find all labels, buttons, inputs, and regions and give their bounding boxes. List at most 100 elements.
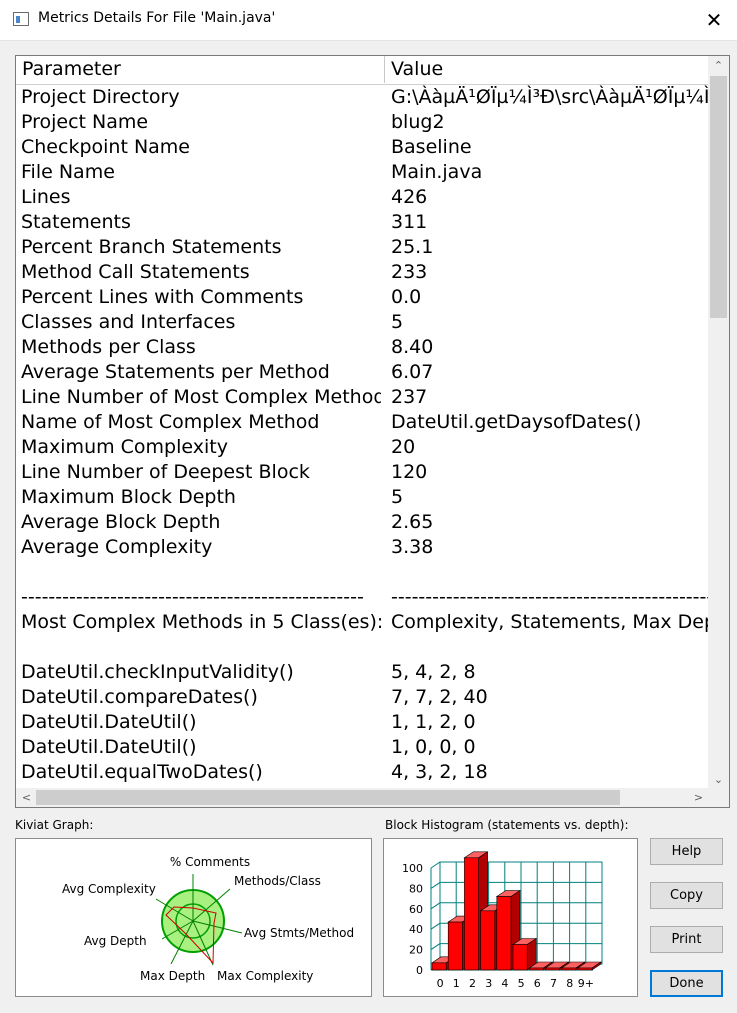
histogram-gridline bbox=[430, 881, 441, 889]
kiviat-caption: Kiviat Graph: bbox=[15, 818, 94, 832]
column-header-value[interactable]: Value bbox=[385, 56, 709, 83]
table-row[interactable]: Classes and Interfaces 5 bbox=[16, 310, 709, 335]
table-row[interactable]: Maximum Complexity 20 bbox=[16, 435, 709, 460]
parameter-cell: Maximum Block Depth bbox=[21, 486, 236, 508]
kiviat-label-comments: % Comments bbox=[170, 855, 250, 869]
scrollbar-corner bbox=[708, 788, 729, 807]
help-button[interactable]: Help bbox=[650, 838, 723, 865]
table-row[interactable]: Most Complex Methods in 5 Class(es): Comp… bbox=[16, 610, 709, 635]
table-row[interactable]: Percent Branch Statements 25.1 bbox=[16, 235, 709, 260]
table-row[interactable]: Method Call Statements 233 bbox=[16, 260, 709, 285]
title-bar: Metrics Details For File 'Main.java' ✕ bbox=[0, 0, 737, 41]
table-row[interactable]: Line Number of Most Complex Method 237 bbox=[16, 385, 709, 410]
value-cell: 0.0 bbox=[391, 286, 422, 308]
kiviat-label-max-complexity: Max Complexity bbox=[217, 969, 313, 983]
table-row[interactable]: Line Number of Deepest Block 120 bbox=[16, 460, 709, 485]
parameter-cell: Methods per Class bbox=[21, 336, 196, 358]
table-row[interactable]: DateUtil.DateUtil() 1, 0, 0, 0 bbox=[16, 735, 709, 760]
table-row[interactable]: File Name Main.java bbox=[16, 160, 709, 185]
scroll-right-icon[interactable]: > bbox=[688, 788, 709, 807]
kiviat-label-avg-stmts-method: Avg Stmts/Method bbox=[244, 926, 354, 940]
parameter-cell: DateUtil.checkInputValidity() bbox=[21, 661, 294, 683]
vertical-scroll-thumb[interactable] bbox=[710, 76, 727, 318]
histogram-x-tick-label: 7 bbox=[550, 977, 557, 990]
vertical-scrollbar[interactable]: ⌃ ⌄ bbox=[708, 56, 729, 790]
value-cell: 5 bbox=[391, 311, 404, 333]
histogram-y-tick-label: 40 bbox=[409, 923, 423, 936]
table-row[interactable]: Project Directory G:\ÀàµÄ¹ØÏµ¼Ì³Ð\src\Ààµ… bbox=[16, 85, 709, 110]
parameter-cell: Project Name bbox=[21, 111, 149, 133]
histogram-gridline bbox=[430, 943, 441, 951]
value-cell: ----------------------------------------… bbox=[391, 586, 709, 608]
table-row[interactable]: Percent Lines with Comments 0.0 bbox=[16, 285, 709, 310]
value-cell: 7, 7, 2, 40 bbox=[391, 686, 488, 708]
parameter-cell: Average Block Depth bbox=[21, 511, 221, 533]
print-button[interactable]: Print bbox=[650, 926, 723, 953]
table-row[interactable]: Name of Most Complex Method DateUtil.getD… bbox=[16, 410, 709, 435]
parameter-cell: Project Directory bbox=[21, 86, 180, 108]
table-row[interactable]: DateUtil.equalTwoDates() 4, 3, 2, 18 bbox=[16, 760, 709, 785]
kiviat-label-avg-depth: Avg Depth bbox=[84, 934, 147, 948]
histogram-x-tick-label: 2 bbox=[469, 977, 476, 990]
histogram-x-tick-label: 5 bbox=[518, 977, 525, 990]
copy-button[interactable]: Copy bbox=[650, 882, 723, 909]
table-row[interactable]: Average Block Depth 2.65 bbox=[16, 510, 709, 535]
table-row[interactable]: Methods per Class 8.40 bbox=[16, 335, 709, 360]
histogram-bar bbox=[447, 921, 463, 971]
histogram-bar bbox=[496, 896, 512, 971]
table-row[interactable]: Maximum Block Depth 5 bbox=[16, 485, 709, 510]
histogram-x-tick-label: 0 bbox=[437, 977, 444, 990]
block-histogram: 0 20 40 60 80 100 0 1 2 3 4 5 6 7 8 9+ bbox=[383, 838, 638, 997]
scroll-up-icon[interactable]: ⌃ bbox=[708, 56, 729, 76]
table-row[interactable]: DateUtil.checkInputValidity() 5, 4, 2, 8 bbox=[16, 660, 709, 685]
value-cell: 4, 3, 2, 18 bbox=[391, 761, 488, 783]
histogram-bar bbox=[528, 967, 544, 971]
metrics-list[interactable]: Parameter Value Project Directory G:\ÀàµÄ… bbox=[15, 55, 730, 808]
value-cell: Main.java bbox=[391, 161, 483, 183]
parameter-cell: Checkpoint Name bbox=[21, 136, 190, 158]
parameter-cell: DateUtil.compareDates() bbox=[21, 686, 258, 708]
table-row[interactable]: Average Statements per Method 6.07 bbox=[16, 360, 709, 385]
value-cell: 5 bbox=[391, 486, 404, 508]
histogram-bar bbox=[561, 967, 577, 971]
histogram-y-tick-label: 100 bbox=[402, 862, 423, 875]
histogram-bar bbox=[545, 967, 560, 971]
histogram-x-tick-label: 6 bbox=[534, 977, 541, 990]
parameter-cell: Percent Lines with Comments bbox=[21, 286, 304, 308]
scroll-left-icon[interactable]: < bbox=[16, 788, 37, 807]
parameter-cell: Classes and Interfaces bbox=[21, 311, 236, 333]
value-cell: 1, 1, 2, 0 bbox=[391, 711, 476, 733]
window-title: Metrics Details For File 'Main.java' bbox=[38, 10, 276, 26]
column-header-parameter[interactable]: Parameter bbox=[16, 56, 385, 83]
histogram-y-tick-label: 0 bbox=[416, 964, 423, 977]
parameter-cell: Average Statements per Method bbox=[21, 361, 330, 383]
value-cell: 237 bbox=[391, 386, 428, 408]
histogram-gridline bbox=[430, 922, 441, 930]
table-row[interactable] bbox=[16, 635, 709, 660]
table-row[interactable]: Average Complexity 3.38 bbox=[16, 535, 709, 560]
histogram-caption: Block Histogram (statements vs. depth): bbox=[385, 818, 629, 832]
table-row[interactable]: Statements 311 bbox=[16, 210, 709, 235]
horizontal-scroll-thumb[interactable] bbox=[36, 790, 620, 805]
table-row[interactable]: Lines 426 bbox=[16, 185, 709, 210]
close-button[interactable]: ✕ bbox=[691, 0, 737, 40]
value-cell: blug2 bbox=[391, 111, 445, 133]
table-row[interactable]: DateUtil.compareDates() 7, 7, 2, 40 bbox=[16, 685, 709, 710]
list-header: Parameter Value bbox=[16, 56, 709, 85]
list-rows: Project Directory G:\ÀàµÄ¹ØÏµ¼Ì³Ð\src\Ààµ… bbox=[16, 85, 709, 790]
table-row[interactable]: Checkpoint Name Baseline bbox=[16, 135, 709, 160]
value-cell: 1, 0, 0, 0 bbox=[391, 736, 476, 758]
horizontal-scrollbar[interactable]: < > bbox=[16, 788, 709, 807]
table-row[interactable]: ----------------------------------------… bbox=[16, 585, 709, 610]
parameter-cell: Maximum Complexity bbox=[21, 436, 228, 458]
parameter-cell: Lines bbox=[21, 186, 71, 208]
histogram-gridline bbox=[430, 861, 441, 869]
table-row[interactable]: DateUtil.DateUtil() 1, 1, 2, 0 bbox=[16, 710, 709, 735]
table-row[interactable]: Project Name blug2 bbox=[16, 110, 709, 135]
parameter-cell: File Name bbox=[21, 161, 115, 183]
table-row[interactable] bbox=[16, 560, 709, 585]
scroll-down-icon[interactable]: ⌄ bbox=[708, 770, 729, 790]
parameter-cell: DateUtil.DateUtil() bbox=[21, 711, 197, 733]
parameter-cell: Line Number of Most Complex Method bbox=[21, 386, 381, 408]
done-button[interactable]: Done bbox=[650, 970, 723, 997]
